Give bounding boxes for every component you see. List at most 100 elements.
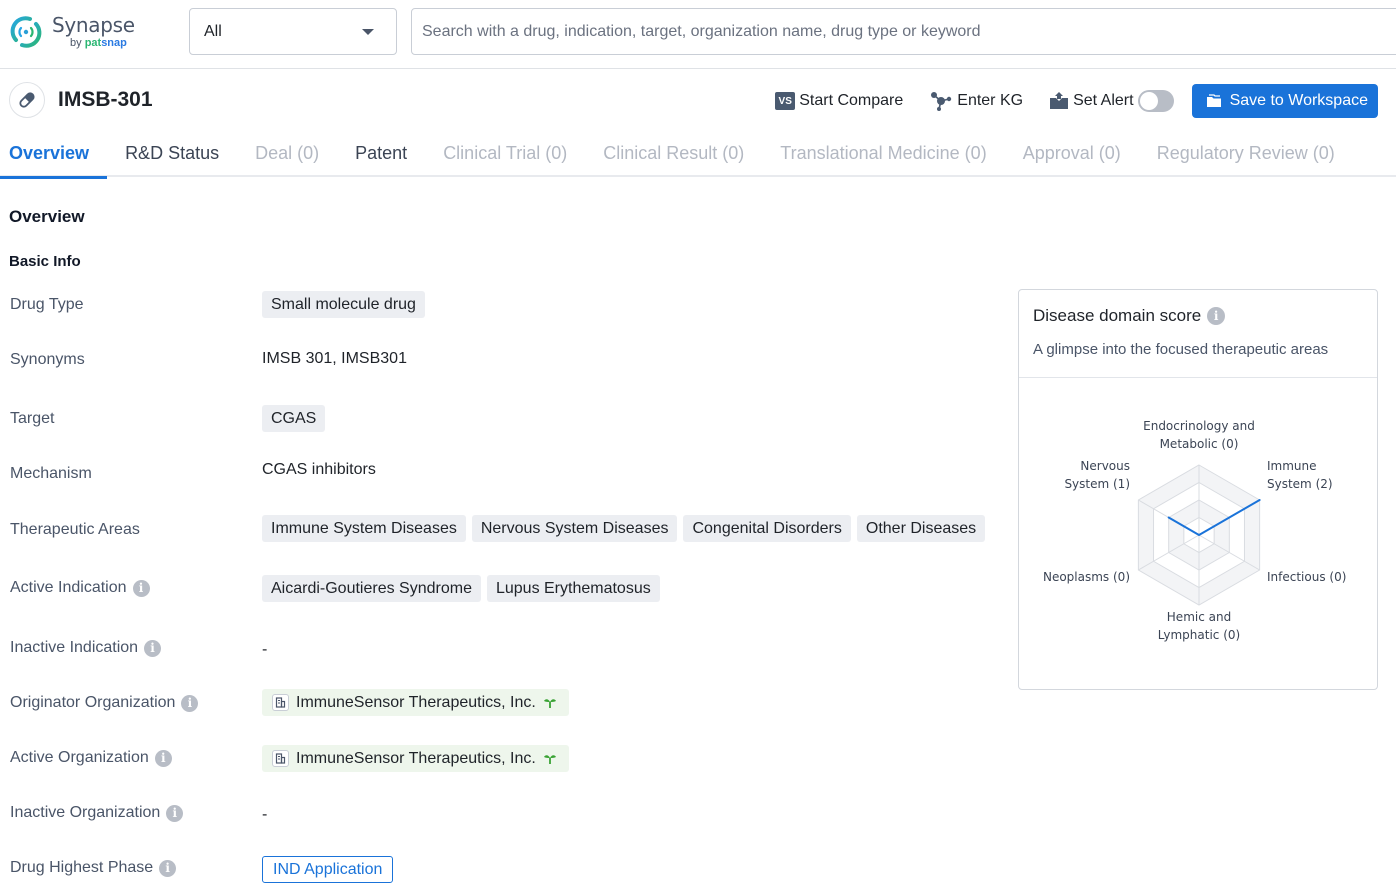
radar-axis-label-line: Immune [1267,459,1317,473]
radar-axis-label-line: Lymphatic (0) [1158,628,1240,642]
mechanism-label-text: Mechanism [10,465,92,482]
active-indication-label: Active Indication i [10,579,150,597]
tab-clinical-result[interactable]: Clinical Result (0) [585,130,762,177]
sprout-icon [543,697,557,709]
originator-organization-label: Originator Organization i [10,694,199,712]
radar-axis-label: Infectious (0) [1267,570,1346,584]
tab-clinical-trial[interactable]: Clinical Trial (0) [425,130,585,177]
knowledge-graph-icon [929,90,953,112]
caret-down-icon [362,29,374,35]
inactive-indication-label: Inactive Indication i [10,639,162,657]
originator-organization-label-text: Originator Organization [10,694,176,711]
brand-part-a: pat [84,37,102,49]
therapeutic-areas-value: Immune System Diseases Nervous System Di… [262,515,991,542]
synonyms-label-text: Synonyms [10,351,85,368]
therapeutic-area-tag[interactable]: Congenital Disorders [683,515,851,542]
info-icon[interactable]: i [132,579,150,597]
radar-axis-label-line: System (2) [1267,477,1333,491]
target-value: CGAS [262,405,331,432]
target-tag[interactable]: CGAS [262,405,326,432]
disease-domain-header: Disease domain score i A glimpse into th… [1019,290,1377,378]
info-icon[interactable]: i [144,639,162,657]
highest-phase-value: IND Application [262,856,394,883]
drug-header: IMSB-301 VS Start Compare Enter KG Set A… [0,80,1396,124]
start-compare-label: Start Compare [799,92,904,109]
header-actions: VS Start Compare Enter KG Set Alert Save… [775,84,1378,118]
search-input[interactable] [411,8,1396,55]
save-to-workspace-button[interactable]: Save to Workspace [1191,84,1378,118]
enter-kg-button[interactable]: Enter KG [929,90,1023,112]
brand-part-b: snap [101,37,127,49]
radar-axis-label-line: Endocrinology and [1143,419,1255,433]
organization-name: ImmuneSensor Therapeutics, Inc. [296,693,536,711]
target-label: Target [10,410,54,428]
tab-r-d-status[interactable]: R&D Status [107,130,237,177]
synapse-logo-icon [10,16,42,48]
tab-approval[interactable]: Approval (0) [1005,130,1139,177]
drug-type-label: Drug Type [10,296,84,314]
disease-domain-title-text: Disease domain score [1033,306,1202,325]
tab-translational-medicine[interactable]: Translational Medicine (0) [762,130,1004,177]
tab-regulatory-review[interactable]: Regulatory Review (0) [1139,130,1353,177]
search-scope-value: All [204,22,222,40]
info-icon[interactable]: i [159,859,177,877]
alert-mail-icon [1049,92,1069,110]
overview-heading: Overview [9,207,85,226]
app-name: Synapse [52,13,135,37]
originator-organization-value: ImmuneSensor Therapeutics, Inc. [262,689,569,716]
info-icon[interactable]: i [154,749,172,767]
info-icon[interactable]: i [166,804,184,822]
set-alert-toggle[interactable] [1137,90,1174,112]
tab-overview[interactable]: Overview [0,130,108,179]
disease-domain-subtitle: A glimpse into the focused therapeutic a… [1033,341,1329,358]
inactive-organization-label-text: Inactive Organization [10,804,161,821]
therapeutic-area-tag[interactable]: Immune System Diseases [262,515,466,542]
active-organization-label-text: Active Organization [10,749,149,766]
save-to-workspace-label: Save to Workspace [1229,92,1368,109]
radar-axis-label: Nervous System (1) [1064,459,1130,491]
byline-prefix: by [70,37,82,49]
radar-axis-label-line: System (1) [1064,477,1130,491]
indication-tag[interactable]: Lupus Erythematosus [486,575,660,602]
disease-domain-radar-chart: Endocrinology and Metabolic (0) Immune Syst… [1043,419,1346,642]
disease-domain-title: Disease domain score i [1033,306,1363,326]
radar-axis-label-line: Infectious (0) [1267,570,1346,584]
active-organization-label: Active Organization i [10,749,172,767]
folder-icon [1206,94,1222,108]
disease-domain-card: Disease domain score i A glimpse into th… [1018,289,1378,690]
mechanism-value: CGAS inhibitors [262,461,376,478]
synapse-logo[interactable]: Synapse by patsnap [8,14,135,50]
tab-deal[interactable]: Deal (0) [237,130,337,177]
pill-icon [9,82,45,118]
radar-axis-label: Immune System (2) [1267,459,1333,491]
info-icon[interactable]: i [181,694,199,712]
enter-kg-label: Enter KG [957,92,1024,109]
synonyms-label: Synonyms [10,351,85,369]
radar-axis-label-line: Nervous [1080,459,1130,473]
therapeutic-area-tag[interactable]: Nervous System Diseases [471,515,678,542]
building-icon [272,750,289,767]
organization-name: ImmuneSensor Therapeutics, Inc. [296,749,536,767]
organization-tag[interactable]: ImmuneSensor Therapeutics, Inc. [262,689,569,716]
phase-tag[interactable]: IND Application [262,856,394,883]
drug-type-label-text: Drug Type [10,296,84,313]
top-bar: Synapse by patsnap All [0,0,1396,69]
radar-axis-label: Neoplasms (0) [1043,570,1130,584]
radar-axis-label-line: Neoplasms (0) [1043,570,1130,584]
therapeutic-areas-label-text: Therapeutic Areas [10,521,140,538]
highest-phase-label-text: Drug Highest Phase [10,859,154,876]
inactive-organization-value: - [262,806,268,823]
highest-phase-label: Drug Highest Phase i [10,859,177,877]
indication-tag[interactable]: Aicardi-Goutieres Syndrome [262,575,481,602]
organization-tag[interactable]: ImmuneSensor Therapeutics, Inc. [262,745,569,772]
set-alert-control[interactable]: Set Alert [1049,90,1174,112]
search-scope-select[interactable]: All [189,8,397,55]
building-icon [272,694,289,711]
radar-axis-label: Hemic and Lymphatic (0) [1158,610,1240,642]
info-icon[interactable]: i [1207,307,1226,325]
drug-type-value: Small molecule drug [262,291,431,318]
start-compare-button[interactable]: VS Start Compare [775,92,903,110]
therapeutic-area-tag[interactable]: Other Diseases [856,515,986,542]
drug-type-tag[interactable]: Small molecule drug [262,291,425,318]
tab-patent[interactable]: Patent [337,130,425,177]
